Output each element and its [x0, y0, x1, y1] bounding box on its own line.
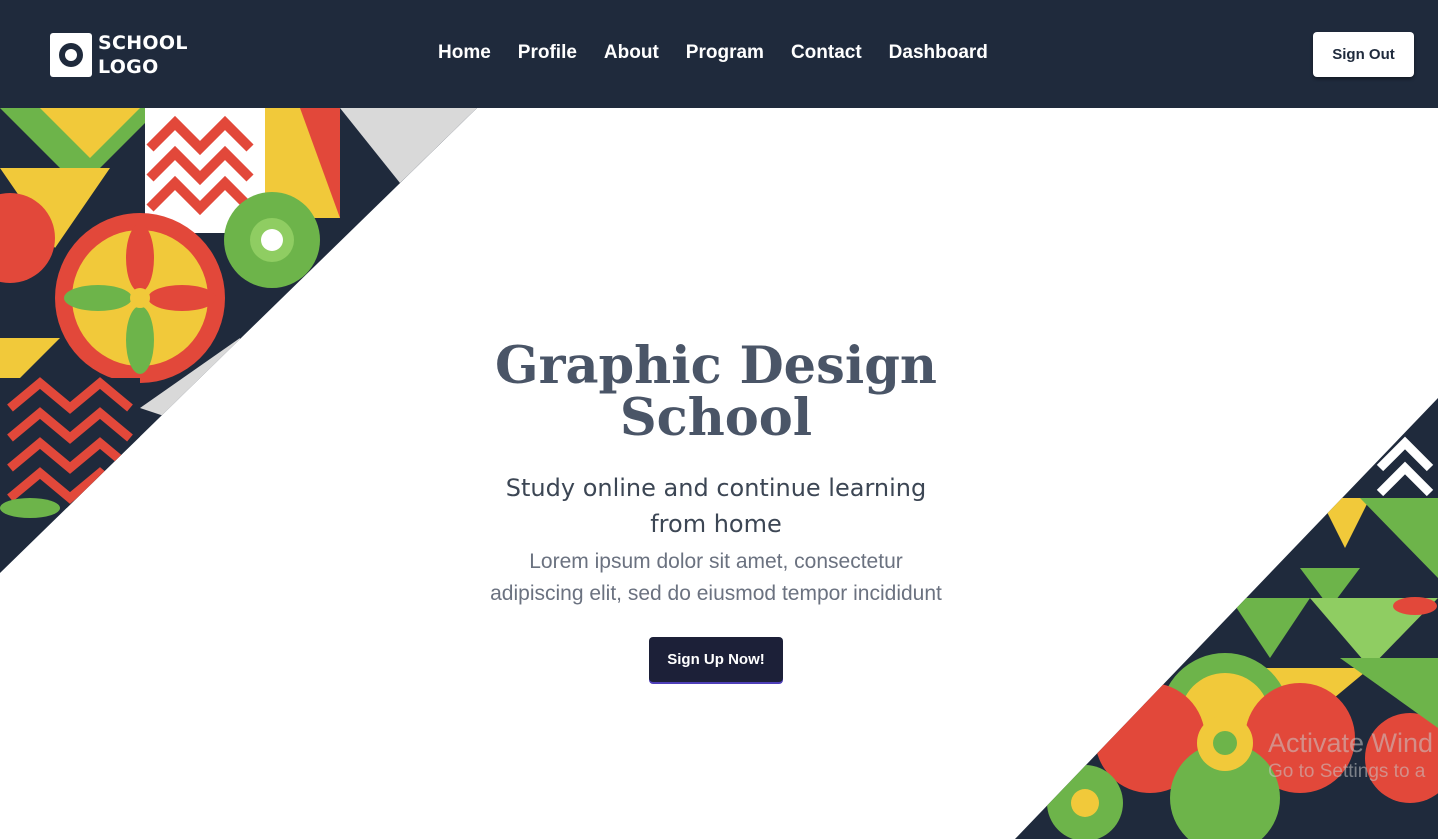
hero-title-line-1: Graphic Design — [495, 336, 937, 396]
nav-profile[interactable]: Profile — [518, 42, 577, 64]
nav-about[interactable]: About — [604, 42, 659, 64]
watermark-line-1: Activate Wind — [1268, 728, 1434, 758]
hero-subtitle: Study online and continue learning from … — [505, 474, 927, 538]
top-navbar: SCHOOL LOGO Home Profile About Program C… — [0, 0, 1438, 108]
hero-title-line-2: School — [619, 388, 813, 448]
decorative-pattern-top-left — [0, 108, 477, 573]
sign-up-button[interactable]: Sign Up Now! — [649, 637, 783, 682]
school-logo[interactable]: SCHOOL LOGO — [50, 31, 188, 79]
logo-icon — [50, 33, 92, 77]
activate-windows-watermark: Activate Wind Go to Settings to a — [1268, 725, 1433, 783]
hero-description: Lorem ipsum dolor sit amet, consectetur … — [490, 550, 942, 605]
logo-text: SCHOOL LOGO — [98, 31, 188, 79]
hero-section: Graphic Design School Study online and c… — [480, 340, 952, 682]
nav-home[interactable]: Home — [438, 42, 491, 64]
main-nav: Home Profile About Program Contact Dashb… — [438, 42, 1015, 64]
nav-contact[interactable]: Contact — [791, 42, 862, 64]
hero-title: Graphic Design School — [480, 340, 952, 444]
logo-line-2: LOGO — [98, 56, 159, 78]
watermark-line-2: Go to Settings to a — [1268, 761, 1426, 782]
logo-line-1: SCHOOL — [98, 32, 188, 54]
sign-out-button[interactable]: Sign Out — [1313, 32, 1414, 77]
nav-program[interactable]: Program — [686, 42, 764, 64]
nav-dashboard[interactable]: Dashboard — [889, 42, 988, 64]
